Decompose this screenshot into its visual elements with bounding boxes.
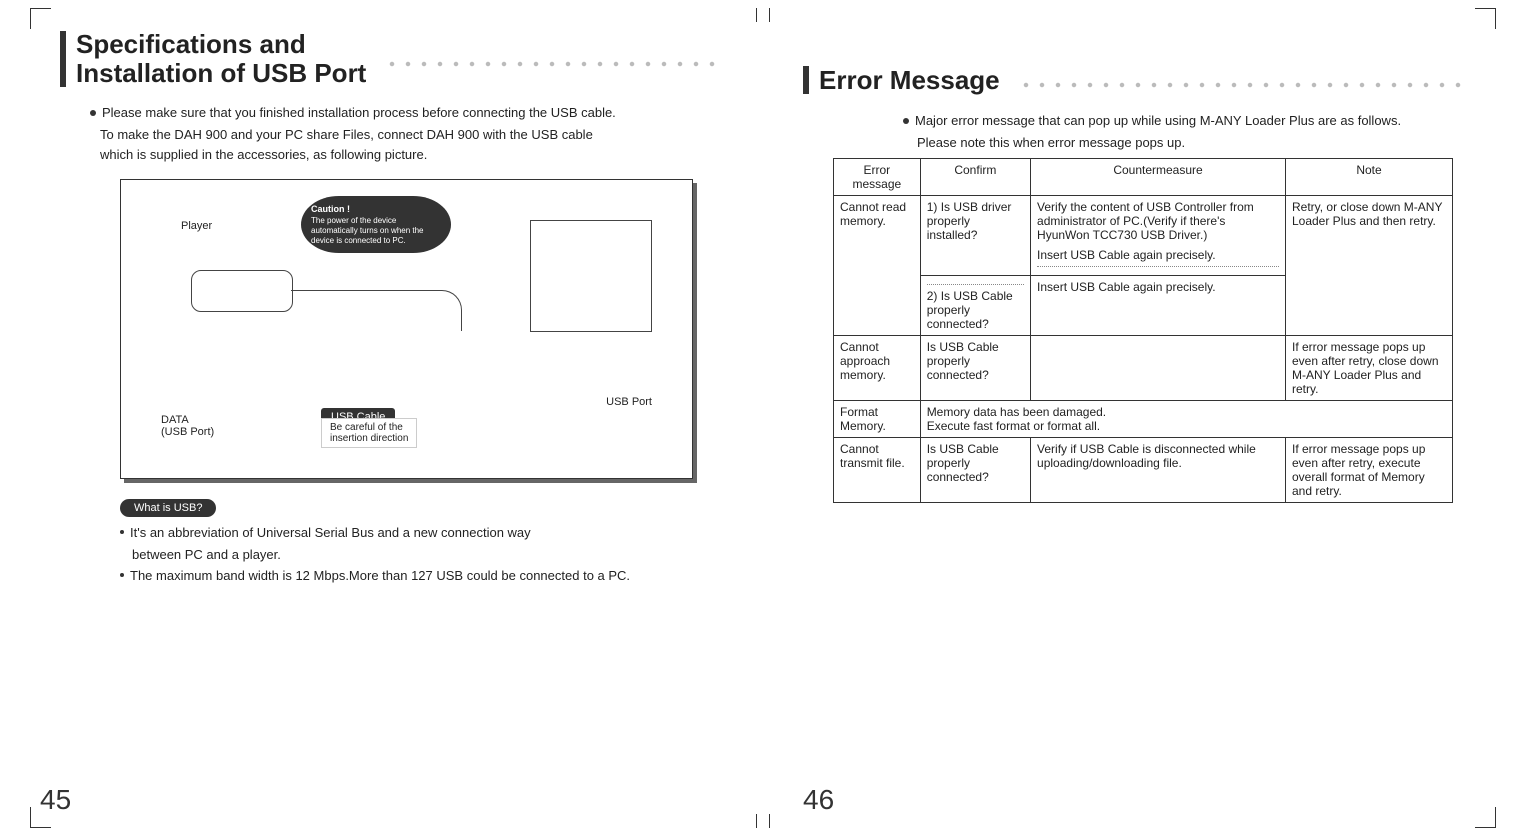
document-spread: Specifications and Installation of USB P… [0,0,1526,836]
cell-confirm: 1) Is USB driver properly installed? [920,195,1030,275]
page-left: Specifications and Installation of USB P… [0,0,763,836]
caution-body: The power of the device automatically tu… [311,216,424,244]
cell-counter [1031,335,1286,400]
cell-confirm: 2) Is USB Cable properly connected? [920,275,1030,335]
cell-merged: Memory data has been damaged. Execute fa… [920,400,1452,437]
bullet-icon [903,118,909,124]
player-illustration [191,270,293,312]
table-row: Format Memory. Memory data has been dama… [834,400,1453,437]
cell-text: Verify the content of USB Controller fro… [1037,200,1279,242]
cell-text: Insert USB Cable again precisely. [1037,248,1279,262]
intro-text: Please make sure that you finished insta… [102,105,616,120]
cell-confirm: Is USB Cable properly connected? [920,437,1030,502]
player-label: Player [181,220,212,232]
pc-illustration [530,220,652,332]
decorative-dots [1018,82,1466,88]
sub-bullet: It's an abbreviation of Universal Serial… [120,525,723,540]
table-row: Cannot read memory. 1) Is USB driver pro… [834,195,1453,275]
cell-text: 1) Is USB driver properly installed? [927,200,1012,242]
headline-row: Error Message [803,66,1466,95]
table-header-row: Error message Confirm Countermeasure Not… [834,158,1453,195]
cell-counter: Verify the content of USB Controller fro… [1031,195,1286,275]
usb-cable-note: Be careful of the insertion direction [321,418,417,448]
bullet-icon [120,573,124,577]
cell-text: 2) Is USB Cable properly connected? [927,289,1013,331]
headline-row: Specifications and Installation of USB P… [60,30,723,87]
sub-bullet-text: The maximum band width is 12 Mbps.More t… [130,568,630,583]
page-title: Specifications and Installation of USB P… [76,30,366,87]
data-port-label: DATA (USB Port) [161,414,214,438]
cell-counter: Insert USB Cable again precisely. [1031,275,1286,335]
cell-error: Format Memory. [834,400,921,437]
cell-note: If error message pops up even after retr… [1285,437,1452,502]
decorative-dots [384,61,723,67]
cell-note: If error message pops up even after retr… [1285,335,1452,400]
body-text: which is supplied in the accessories, as… [100,146,723,164]
intro-bullet: Major error message that can pop up whil… [903,113,1466,128]
cell-note: Retry, or close down M-ANY Loader Plus a… [1285,195,1452,335]
cell-confirm: Is USB Cable properly connected? [920,335,1030,400]
cable-illustration [291,290,462,331]
bullet-icon [120,530,124,534]
sub-bullet-text: It's an abbreviation of Universal Serial… [130,525,531,540]
col-error-message: Error message [834,158,921,195]
body-text: To make the DAH 900 and your PC share Fi… [100,126,723,144]
col-confirm: Confirm [920,158,1030,195]
intro-bullet: Please make sure that you finished insta… [90,105,723,120]
caution-title: Caution ! [311,204,441,215]
table-row: Cannot transmit file. Is USB Cable prope… [834,437,1453,502]
page-number: 46 [803,784,834,816]
table-row: Cannot approach memory. Is USB Cable pro… [834,335,1453,400]
intro-text: Major error message that can pop up whil… [915,113,1401,128]
col-countermeasure: Countermeasure [1031,158,1286,195]
cell-error: Cannot approach memory. [834,335,921,400]
connection-figure: Caution ! The power of the device automa… [120,179,693,479]
error-table: Error message Confirm Countermeasure Not… [833,158,1453,503]
page-right: Error Message Major error message that c… [763,0,1526,836]
accent-bar [60,31,66,87]
what-is-usb-pill: What is USB? [120,499,216,517]
sub-bullet: The maximum band width is 12 Mbps.More t… [120,568,723,583]
dotted-separator [1037,266,1279,267]
caution-bubble: Caution ! The power of the device automa… [301,196,451,254]
page-number: 45 [40,784,71,816]
sub-bullet-cont: between PC and a player. [132,546,723,564]
cell-counter: Verify if USB Cable is disconnected whil… [1031,437,1286,502]
cell-error: Cannot read memory. [834,195,921,335]
bullet-icon [90,110,96,116]
accent-bar [803,66,809,94]
col-note: Note [1285,158,1452,195]
dotted-separator [927,284,1024,285]
page-title: Error Message [819,66,1000,95]
cell-error: Cannot transmit file. [834,437,921,502]
intro-text-2: Please note this when error message pops… [917,134,1466,152]
usb-port-label: USB Port [606,396,652,408]
